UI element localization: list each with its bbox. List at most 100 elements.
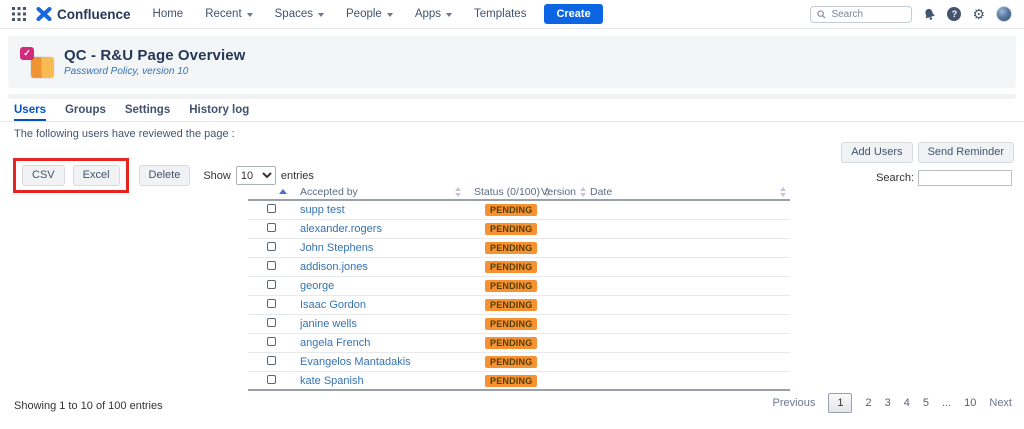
status-badge: PENDING xyxy=(485,375,537,387)
app-switcher-icon[interactable] xyxy=(12,7,26,21)
table-row: addison.jones PENDING xyxy=(248,258,790,277)
user-link[interactable]: John Stephens xyxy=(300,242,373,254)
sort-icon xyxy=(780,187,790,197)
send-reminder-button[interactable]: Send Reminder xyxy=(918,142,1014,163)
pagination: Previous12345...10Next xyxy=(773,393,1012,413)
help-icon[interactable]: ? xyxy=(947,7,961,21)
red-annotation-box: CSV Excel xyxy=(13,158,129,193)
table-row: Evangelos Mantadakis PENDING xyxy=(248,353,790,372)
nav-item-label: Recent xyxy=(205,8,241,20)
excel-export-button[interactable]: Excel xyxy=(73,165,120,186)
confluence-logo[interactable]: Confluence xyxy=(36,7,131,22)
tab-groups[interactable]: Groups xyxy=(65,104,106,121)
row-checkbox[interactable] xyxy=(267,375,276,384)
row-checkbox[interactable] xyxy=(267,242,276,251)
pagination-page-3[interactable]: 3 xyxy=(885,397,891,409)
notifications-icon[interactable] xyxy=(923,8,936,21)
nav-menu: Home Recent Spaces People Apps Templates xyxy=(153,8,527,20)
row-checkbox[interactable] xyxy=(267,318,276,327)
table-row: supp test PENDING xyxy=(248,201,790,220)
table-search-input[interactable] xyxy=(918,170,1012,186)
row-checkbox[interactable] xyxy=(267,261,276,270)
global-search[interactable] xyxy=(810,6,912,23)
add-users-button[interactable]: Add Users xyxy=(841,142,912,163)
tab-history-log[interactable]: History log xyxy=(189,104,249,121)
tab-settings[interactable]: Settings xyxy=(125,104,170,121)
chevron-down-icon xyxy=(247,13,253,17)
page-description: The following users have reviewed the pa… xyxy=(14,128,235,140)
row-checkbox[interactable] xyxy=(267,337,276,346)
pagination-page-1[interactable]: 1 xyxy=(828,393,852,413)
global-search-input[interactable] xyxy=(831,9,901,20)
pagination-page-5[interactable]: 5 xyxy=(923,397,929,409)
user-link[interactable]: alexander.rogers xyxy=(300,223,382,235)
entries-label: entries xyxy=(281,170,314,182)
show-label: Show xyxy=(203,170,231,182)
user-link[interactable]: Evangelos Mantadakis xyxy=(300,356,411,368)
create-button[interactable]: Create xyxy=(544,4,602,24)
nav-item-recent[interactable]: Recent xyxy=(205,8,252,20)
user-link[interactable]: addison.jones xyxy=(300,261,368,273)
delete-button[interactable]: Delete xyxy=(139,165,191,186)
table-row: John Stephens PENDING xyxy=(248,239,790,258)
column-header-accepted-by[interactable]: Accepted by xyxy=(295,186,465,198)
nav-item-people[interactable]: People xyxy=(346,8,393,20)
page-status-icon: ✓ xyxy=(20,47,54,78)
user-link[interactable]: janine wells xyxy=(300,318,357,330)
nav-item-label: People xyxy=(346,8,382,20)
pagination-page-4[interactable]: 4 xyxy=(904,397,910,409)
page-size-select[interactable]: 10 xyxy=(236,166,276,185)
nav-item-label: Templates xyxy=(474,8,526,20)
table-search: Search: xyxy=(876,170,1012,186)
status-badge: PENDING xyxy=(485,299,537,311)
tab-bar: Users Groups Settings History log xyxy=(0,104,1024,122)
user-link[interactable]: Isaac Gordon xyxy=(300,299,366,311)
row-checkbox[interactable] xyxy=(267,204,276,213)
page-header-band: ✓ QC - R&U Page Overview Password Policy… xyxy=(8,36,1016,88)
user-link[interactable]: george xyxy=(300,280,334,292)
pagination-previous[interactable]: Previous xyxy=(773,397,816,409)
row-checkbox[interactable] xyxy=(267,280,276,289)
page-subtitle[interactable]: Password Policy, version 10 xyxy=(64,66,245,77)
tab-users[interactable]: Users xyxy=(14,104,46,121)
chevron-down-icon xyxy=(318,13,324,17)
column-header-version[interactable]: Version xyxy=(535,186,580,198)
nav-item-apps[interactable]: Apps xyxy=(415,8,452,20)
column-header-date[interactable]: Date xyxy=(580,186,790,198)
table-row: Isaac Gordon PENDING xyxy=(248,296,790,315)
page-title: QC - R&U Page Overview xyxy=(64,47,245,64)
check-badge-icon: ✓ xyxy=(20,47,34,60)
status-badge: PENDING xyxy=(485,318,537,330)
status-badge: PENDING xyxy=(485,204,537,216)
nav-item-home[interactable]: Home xyxy=(153,8,184,20)
column-header-select[interactable] xyxy=(248,189,295,194)
showing-entries-text: Showing 1 to 10 of 100 entries xyxy=(14,400,163,412)
user-link[interactable]: kate Spanish xyxy=(300,375,364,387)
user-link[interactable]: supp test xyxy=(300,204,345,216)
book-icon xyxy=(31,57,54,78)
page-size-control: Show 10 entries xyxy=(203,166,314,185)
status-badge: PENDING xyxy=(485,356,537,368)
settings-gear-icon[interactable]: ⚙ xyxy=(972,7,985,21)
nav-item-templates[interactable]: Templates xyxy=(474,8,526,20)
column-header-status[interactable]: Status (0/100) xyxy=(465,186,535,198)
chevron-down-icon xyxy=(446,13,452,17)
row-checkbox[interactable] xyxy=(267,223,276,232)
pagination-next[interactable]: Next xyxy=(989,397,1012,409)
status-badge: PENDING xyxy=(485,242,537,254)
pagination-page-2[interactable]: 2 xyxy=(865,397,871,409)
nav-item-spaces[interactable]: Spaces xyxy=(275,8,324,20)
status-badge: PENDING xyxy=(485,337,537,349)
collapsed-panel-strip xyxy=(8,94,1016,99)
csv-export-button[interactable]: CSV xyxy=(22,165,65,186)
row-checkbox[interactable] xyxy=(267,299,276,308)
pagination-page-10[interactable]: 10 xyxy=(964,397,976,409)
users-table: Accepted by Status (0/100) Version Date … xyxy=(248,184,790,391)
search-icon xyxy=(817,10,826,19)
user-link[interactable]: angela French xyxy=(300,337,370,349)
nav-item-label: Spaces xyxy=(275,8,313,20)
row-checkbox[interactable] xyxy=(267,356,276,365)
status-badge: PENDING xyxy=(485,223,537,235)
user-avatar[interactable] xyxy=(996,6,1012,22)
confluence-logo-text: Confluence xyxy=(57,7,131,22)
